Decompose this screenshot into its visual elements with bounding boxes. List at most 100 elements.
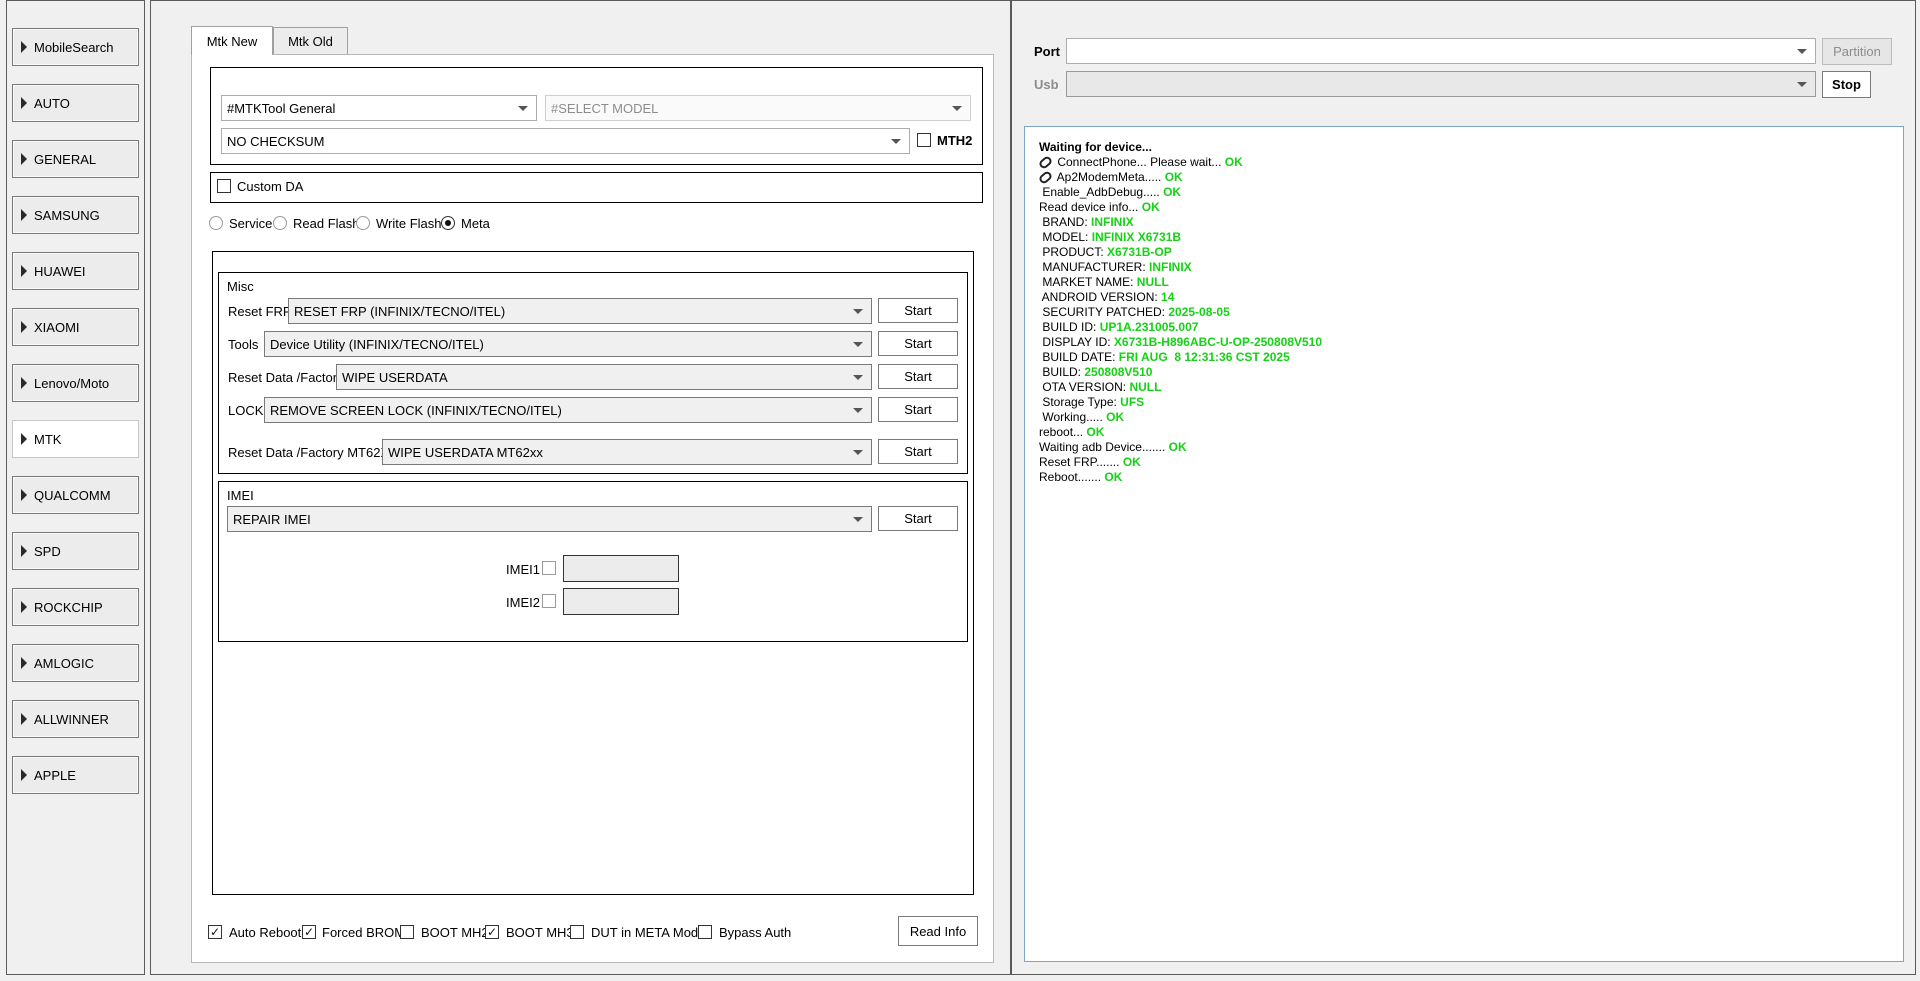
log-line: Waiting adb Device....... OK [1039,440,1889,455]
lock-label: LOCK [228,403,264,418]
lock-start-button[interactable]: Start [878,397,958,422]
model-select[interactable]: #SELECT MODEL [545,95,971,121]
category-sidebar: MobileSearch AUTO GENERAL SAMSUNG HUAWEI… [6,0,145,975]
triangle-right-icon [21,601,27,613]
sidebar-item-huawei[interactable]: HUAWEI [12,252,139,290]
reset-data-mt62xx-start-button[interactable]: Start [878,439,958,464]
mode-label-meta: Meta [461,216,490,231]
imei-select-value: REPAIR IMEI [233,511,311,527]
tools-select[interactable]: Device Utility (INFINIX/TECNO/ITEL) [264,331,872,357]
reset-frp-start-button[interactable]: Start [878,298,958,323]
reset-frp-select[interactable]: RESET FRP (INFINIX/TECNO/ITEL) [288,298,872,324]
log-text: Waiting for device... [1039,140,1152,154]
reset-data-start-button[interactable]: Start [878,364,958,389]
stop-button[interactable]: Stop [1822,71,1871,98]
log-text: DISPLAY ID: [1039,335,1114,349]
sidebar-item-lenovo-moto[interactable]: Lenovo/Moto [12,364,139,402]
log-text: SECURITY PATCHED: [1039,305,1169,319]
forced-brom-checkbox[interactable] [302,925,316,939]
sidebar-item-qualcomm[interactable]: QUALCOMM [12,476,139,514]
log-value: NULL [1129,380,1162,394]
sidebar-item-label: MTK [34,431,62,447]
sidebar-item-xiaomi[interactable]: XIAOMI [12,308,139,346]
tool-select[interactable]: #MTKTool General [221,95,537,121]
log-status: OK [1224,155,1243,169]
imei-select[interactable]: REPAIR IMEI [227,506,872,532]
imei2-checkbox[interactable] [542,594,556,608]
mode-radio-write-flash[interactable] [356,216,370,230]
sidebar-item-rockchip[interactable]: ROCKCHIP [12,588,139,626]
model-select-value: #SELECT MODEL [551,100,659,116]
lock-select[interactable]: REMOVE SCREEN LOCK (INFINIX/TECNO/ITEL) [264,397,872,423]
boot-mh3-checkbox[interactable] [485,925,499,939]
reset-frp-label: Reset FRP [228,304,292,319]
auto-reboot-checkbox[interactable] [208,925,222,939]
port-select[interactable] [1066,38,1816,64]
mode-label-read-flash: Read Flash [293,216,360,231]
mth2-checkbox[interactable] [917,133,931,147]
log-text: Ap2ModemMeta..... [1054,170,1165,184]
tools-label: Tools [228,337,259,352]
log-value: 14 [1161,290,1175,304]
imei-group-title: IMEI [227,488,254,503]
checksum-select[interactable]: NO CHECKSUM [221,128,910,154]
sidebar-item-mtk[interactable]: MTK [12,420,139,458]
chevron-down-icon [891,139,901,144]
log-line: Reboot....... OK [1039,470,1889,485]
log-line: MARKET NAME: NULL [1039,275,1889,290]
log-value: INFINIX X6731B [1091,230,1182,244]
sidebar-item-label: SAMSUNG [34,207,100,223]
reset-data-mt62xx-value: WIPE USERDATA MT62xx [388,444,543,460]
log-text: OTA VERSION: [1039,380,1130,394]
reset-data-select[interactable]: WIPE USERDATA [336,364,872,390]
triangle-right-icon [21,769,27,781]
log-value: FRI AUG 8 12:31:36 CST 2025 [1118,350,1290,364]
log-status: OK [1141,200,1160,214]
chevron-down-icon [952,106,962,111]
tools-start-button[interactable]: Start [878,331,958,356]
tools-value: Device Utility (INFINIX/TECNO/ITEL) [270,336,484,352]
usb-select[interactable] [1066,71,1816,97]
read-info-button[interactable]: Read Info [898,916,978,946]
sidebar-item-auto[interactable]: AUTO [12,84,139,122]
mode-radio-read-flash[interactable] [273,216,287,230]
chevron-down-icon [853,342,863,347]
reset-data-mt62xx-select[interactable]: WIPE USERDATA MT62xx [382,439,872,465]
tab-mtk-new[interactable]: Mtk New [191,26,273,55]
log-line: reboot... OK [1039,425,1889,440]
dut-meta-mode-checkbox[interactable] [570,925,584,939]
sidebar-item-allwinner[interactable]: ALLWINNER [12,700,139,738]
bypass-auth-checkbox[interactable] [698,925,712,939]
log-text: BUILD DATE: [1039,350,1119,364]
sidebar-item-label: APPLE [34,767,76,783]
tab-mtk-old[interactable]: Mtk Old [273,27,348,54]
mode-radio-meta[interactable] [441,216,455,230]
button-label: Read Info [909,923,967,939]
sidebar-item-label: ALLWINNER [34,711,109,727]
mode-radio-service[interactable] [209,216,223,230]
boot-mh2-checkbox[interactable] [400,925,414,939]
sidebar-item-mobilesearch[interactable]: MobileSearch [12,28,139,66]
imei1-checkbox[interactable] [542,561,556,575]
sidebar-item-label: QUALCOMM [34,487,111,503]
sidebar-item-samsung[interactable]: SAMSUNG [12,196,139,234]
log-line: BUILD DATE: FRI AUG 8 12:31:36 CST 2025 [1039,350,1889,365]
sidebar-item-label: GENERAL [34,151,97,167]
partition-button[interactable]: Partition [1822,38,1892,65]
log-value: INFINIX [1091,215,1134,229]
sidebar-item-apple[interactable]: APPLE [12,756,139,794]
sidebar-item-amlogic[interactable]: AMLOGIC [12,644,139,682]
sidebar-item-general[interactable]: GENERAL [12,140,139,178]
custom-da-checkbox[interactable] [217,179,231,193]
sidebar-item-spd[interactable]: SPD [12,532,139,570]
triangle-right-icon [21,265,27,277]
imei2-input[interactable] [563,588,679,615]
log-output[interactable]: Waiting for device... ConnectPhone... Pl… [1024,126,1904,962]
log-text: Reboot....... [1039,470,1105,484]
lock-value: REMOVE SCREEN LOCK (INFINIX/TECNO/ITEL) [270,402,562,418]
imei-start-button[interactable]: Start [878,506,958,531]
custom-da-group [210,172,983,203]
reset-data-mt62xx-label: Reset Data /Factory MT62XX [228,445,398,460]
log-line: DISPLAY ID: X6731B-H896ABC-U-OP-250808V5… [1039,335,1889,350]
imei1-input[interactable] [563,555,679,582]
